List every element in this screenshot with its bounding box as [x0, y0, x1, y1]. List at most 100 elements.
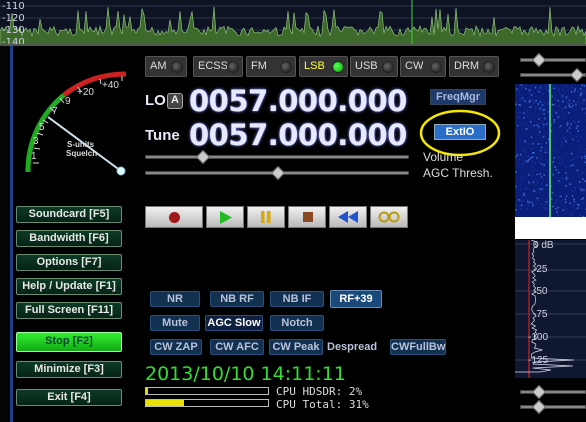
right-slider[interactable] [520, 58, 586, 62]
spectrum-db-label: -100 [528, 332, 549, 343]
agc-slow-button[interactable]: AGC Slow [205, 315, 263, 331]
volume-label: Volume [423, 150, 464, 164]
full-screen-button[interactable]: Full Screen [F11] [16, 302, 122, 319]
rewind-icon [338, 211, 358, 223]
led-icon [332, 61, 344, 73]
agc-thresh-label: AGC Thresh. [423, 166, 493, 180]
led-icon [227, 61, 239, 73]
mode-label: CW [405, 60, 424, 72]
smeter-scale-label: 7 [52, 106, 58, 117]
led-icon [382, 61, 394, 73]
pause-button[interactable] [247, 206, 285, 228]
smeter-scale-label: 3 [33, 136, 39, 147]
cpu-hdsdr-bar [145, 387, 269, 395]
mode-button-ecss[interactable]: ECSS [193, 56, 243, 77]
volume-slider[interactable] [145, 155, 409, 159]
mode-button-fm[interactable]: FM [246, 56, 296, 77]
bandwidth-button[interactable]: Bandwidth [F6] [16, 230, 122, 247]
loop-button[interactable] [370, 206, 408, 228]
cw-fullbw-button[interactable]: CWFullBw [390, 339, 446, 355]
cw-peak-button[interactable]: CW Peak [269, 339, 323, 355]
rewind-button[interactable] [329, 206, 367, 228]
spectrum-db-label: -25 [533, 264, 548, 275]
right-slider-handle[interactable] [569, 67, 585, 83]
extio-button[interactable]: ExtIO [434, 124, 486, 140]
right-slider[interactable] [520, 390, 586, 394]
rf-gain-button[interactable]: RF+39 [330, 290, 382, 308]
smeter-caption: Squelch [66, 149, 98, 158]
s-meter: 1 3 5 7 9 +20 +40 S-units Squelch [14, 60, 139, 180]
db-label: -120 [2, 13, 25, 24]
right-slider-handle[interactable] [531, 384, 547, 400]
spectrum-db-label: 0 dB [533, 240, 554, 251]
tune-label: Tune [145, 127, 180, 144]
nb-rf-button[interactable]: NB RF [210, 291, 264, 307]
cw-zap-button[interactable]: CW ZAP [150, 339, 202, 355]
led-icon [280, 61, 292, 73]
mode-label: AM [150, 60, 167, 72]
db-label: -110 [2, 1, 25, 12]
loop-icon [378, 211, 400, 223]
lo-label: LO [145, 92, 166, 109]
spectrum-db-label: -125 [528, 355, 549, 366]
stop-playback-button[interactable] [288, 206, 326, 228]
audio-spectrum[interactable]: 0 dB -25 -50 -75 -100 -125 [515, 240, 586, 378]
lo-badge[interactable]: A [167, 93, 183, 109]
smeter-caption: S-units [67, 140, 95, 149]
pause-icon [261, 211, 271, 223]
mute-button[interactable]: Mute [150, 315, 200, 331]
smeter-scale-label: 5 [39, 122, 45, 133]
tune-frequency[interactable]: 0057.000.000 [189, 118, 407, 152]
agc-threshold-slider-handle[interactable] [270, 165, 286, 181]
left-accent-bar [10, 46, 13, 422]
audio-waterfall[interactable] [515, 84, 586, 239]
mode-label: LSB [304, 60, 325, 72]
nb-if-button[interactable]: NB IF [270, 291, 324, 307]
exit-button[interactable]: Exit [F4] [16, 389, 122, 406]
cpu-hdsdr-label: CPU HDSDR: [276, 385, 343, 398]
db-label: -140 [2, 37, 25, 46]
spectrum-db-label: -50 [533, 286, 548, 297]
lo-frequency[interactable]: 0057.000.000 [189, 84, 407, 118]
led-icon [483, 61, 495, 73]
record-button[interactable] [145, 206, 203, 228]
mode-button-lsb[interactable]: LSB [299, 56, 348, 77]
top-spectrum-display[interactable]: -110 -120 -130 -140 [0, 0, 586, 46]
play-icon [220, 211, 232, 224]
soundcard-button[interactable]: Soundcard [F5] [16, 206, 122, 223]
cpu-hdsdr-value: 2% [348, 385, 363, 398]
cpu-total-label: CPU Total: [276, 398, 343, 411]
mode-button-drm[interactable]: DRM [449, 56, 499, 77]
cpu-total-bar [145, 399, 269, 407]
cpu-hdsdr-bar-fill [146, 388, 149, 394]
minimize-button[interactable]: Minimize [F3] [16, 361, 122, 378]
cw-afc-button[interactable]: CW AFC [210, 339, 264, 355]
mode-label: FM [251, 60, 267, 72]
options-button[interactable]: Options [F7] [16, 254, 122, 271]
cpu-total-value: 31% [348, 398, 369, 411]
volume-slider-handle[interactable] [195, 149, 211, 165]
right-slider-handle[interactable] [531, 399, 547, 415]
notch-button[interactable]: Notch [270, 315, 324, 331]
mode-button-cw[interactable]: CW [400, 56, 446, 77]
smeter-scale-label: +20 [77, 87, 94, 98]
right-slider-handle[interactable] [531, 52, 547, 68]
mode-label: DRM [454, 60, 480, 72]
stop-icon [303, 212, 313, 222]
play-button[interactable] [206, 206, 244, 228]
smeter-scale-label: +40 [102, 80, 119, 91]
smeter-scale-label: 9 [65, 96, 71, 107]
freqmgr-button[interactable]: FreqMgr [430, 89, 486, 105]
right-slider[interactable] [520, 405, 586, 409]
mode-label: ECSS [198, 60, 228, 72]
help-update-button[interactable]: Help / Update [F1] [16, 278, 122, 295]
smeter-scale-label: 1 [31, 151, 37, 162]
despread-button[interactable]: Despread [327, 341, 377, 353]
mode-button-usb[interactable]: USB [350, 56, 398, 77]
mode-button-am[interactable]: AM [145, 56, 187, 77]
nr-button[interactable]: NR [150, 291, 200, 307]
cpu-hdsdr-text: CPU HDSDR: 2% [276, 385, 362, 398]
spectrum-db-label: -75 [533, 309, 548, 320]
stop-button[interactable]: Stop [F2] [16, 332, 122, 352]
cpu-total-text: CPU Total: 31% [276, 398, 369, 411]
